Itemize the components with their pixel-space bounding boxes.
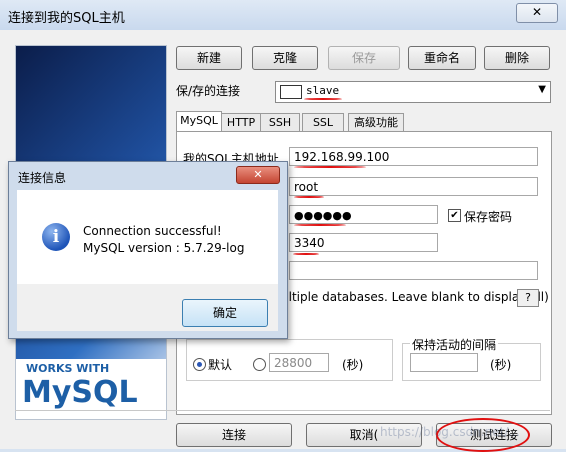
tab-http[interactable]: HTTP — [221, 113, 261, 132]
help-button[interactable]: ? — [517, 289, 539, 307]
port-input[interactable]: 3340 — [289, 233, 438, 252]
title-bar: 连接到我的SQL主机 ✕ — [0, 0, 566, 31]
save-button[interactable]: 保存 — [328, 46, 400, 70]
timeout-unit-label: (秒) — [342, 358, 364, 372]
dialog-body: i Connection successful! MySQL version :… — [17, 190, 278, 284]
timeout-custom-radio[interactable] — [253, 358, 266, 371]
timeout-input[interactable]: 28800 — [269, 353, 329, 372]
delete-button[interactable]: 删除 — [484, 46, 550, 70]
red-annotation-underline — [294, 166, 366, 168]
save-password-checkbox[interactable]: ✔ — [448, 209, 461, 222]
info-icon: i — [42, 223, 70, 251]
tab-mysql[interactable]: MySQL — [176, 111, 222, 132]
dialog-title: 连接信息 — [18, 171, 67, 185]
timeout-default-radio[interactable] — [193, 358, 206, 371]
tab-advanced[interactable]: 高级功能 — [348, 113, 404, 132]
rename-button[interactable]: 重命名 — [408, 46, 476, 70]
mysql-logo-text: MySQL — [22, 375, 138, 410]
dialog-message-line2: MySQL version : 5.7.29-log — [83, 241, 245, 255]
saved-connection-label: 保/存的连接 — [176, 84, 241, 98]
keepalive-unit-label: (秒) — [490, 358, 512, 372]
save-password-label: 保存密码 — [464, 210, 513, 224]
username-input[interactable]: root — [289, 177, 538, 196]
clone-button[interactable]: 克隆 — [252, 46, 318, 70]
watermark-text: https://blog.csdn.net/... — [380, 425, 520, 439]
timeout-default-label: 默认 — [208, 358, 233, 372]
connect-button[interactable]: 连接 — [176, 423, 292, 447]
ok-button[interactable]: 确定 — [182, 299, 268, 327]
keepalive-input[interactable] — [410, 353, 478, 372]
saved-connection-value: slave — [306, 84, 340, 97]
chevron-down-icon[interactable]: ▼ — [538, 84, 546, 95]
footer-divider — [15, 410, 550, 411]
red-annotation-underline — [294, 224, 346, 226]
red-annotation-underline — [293, 253, 319, 255]
dialog-close-button[interactable]: ✕ — [236, 166, 280, 184]
window-close-button[interactable]: ✕ — [516, 3, 558, 23]
databases-input[interactable] — [289, 261, 538, 280]
connection-info-dialog: 连接信息 ✕ i Connection successful! MySQL ve… — [8, 161, 288, 339]
window-title: 连接到我的SQL主机 — [8, 11, 125, 26]
databases-hint-text: ultiple databases. Leave blank to displa… — [281, 290, 549, 304]
connection-window: 连接到我的SQL主机 ✕ WORKS WITH MySQL 新建 克隆 保存 重… — [0, 0, 566, 452]
dialog-message-line1: Connection successful! — [83, 224, 222, 238]
connection-color-swatch — [280, 85, 302, 99]
red-annotation-underline — [304, 98, 342, 100]
password-input[interactable]: ●●●●●● — [289, 205, 438, 224]
keepalive-title: 保持活动的间隔 — [410, 336, 499, 353]
tab-ssl[interactable]: SSL — [302, 113, 344, 132]
red-annotation-underline — [294, 196, 324, 198]
tab-ssh[interactable]: SSH — [260, 113, 300, 132]
host-input[interactable]: 192.168.99.100 — [289, 147, 538, 166]
new-button[interactable]: 新建 — [176, 46, 242, 70]
works-with-text: WORKS WITH — [26, 362, 110, 375]
timeout-group: 默认 28800 (秒) — [186, 339, 393, 381]
